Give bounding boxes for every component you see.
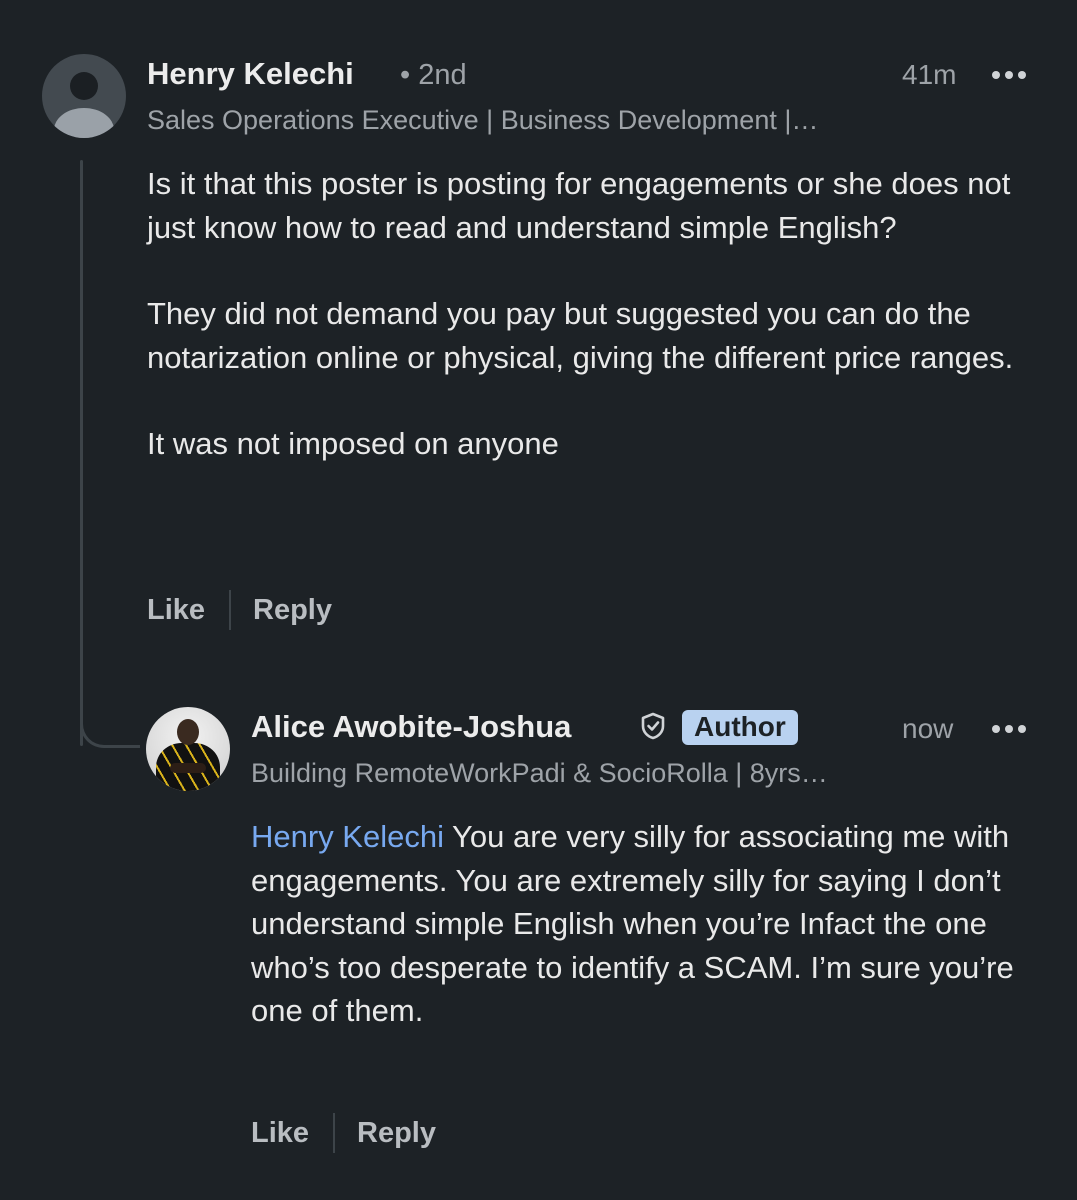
more-options-button[interactable]: [990, 720, 1028, 743]
mention-link[interactable]: Henry Kelechi: [251, 819, 444, 854]
reply-button[interactable]: Reply: [357, 1117, 436, 1150]
author-badge: Author: [682, 710, 798, 745]
more-horizontal-icon: [992, 725, 1026, 733]
more-options-button[interactable]: [990, 66, 1028, 89]
author-headline: Sales Operations Executive | Business De…: [147, 105, 819, 135]
like-button[interactable]: Like: [251, 1117, 309, 1150]
comment-paragraph: It was not imposed on anyone: [147, 426, 559, 461]
comment-time: now: [902, 713, 954, 744]
action-divider: [333, 1113, 335, 1153]
avatar-head: [70, 72, 98, 100]
comment-paragraph: They did not demand you pay but suggeste…: [147, 296, 1014, 375]
avatar-shoulders: [54, 108, 114, 138]
avatar[interactable]: [146, 707, 230, 791]
more-horizontal-icon: [992, 71, 1026, 79]
avatar-face: [177, 719, 199, 745]
comment-body: Henry Kelechi You are very silly for ass…: [251, 815, 1041, 1033]
verified-badge: [640, 712, 666, 745]
action-divider: [229, 590, 231, 630]
thread-line: [80, 160, 83, 746]
comment-author-name[interactable]: Alice Awobite-Joshua: [251, 709, 571, 745]
thread-connector: [80, 700, 140, 748]
comment-body: Is it that this poster is posting for en…: [147, 162, 1037, 466]
verified-shield-icon: [641, 712, 665, 740]
avatar[interactable]: [42, 54, 126, 138]
like-button[interactable]: Like: [147, 594, 205, 627]
comment-paragraph: Henry Kelechi You are very silly for ass…: [251, 815, 1041, 1033]
reply-button[interactable]: Reply: [253, 594, 332, 627]
connection-degree: • 2nd: [400, 59, 467, 91]
author-headline: Building RemoteWorkPadi & SocioRolla | 8…: [251, 758, 828, 788]
comment-paragraph: Is it that this poster is posting for en…: [147, 166, 1011, 245]
comment-author-name[interactable]: Henry Kelechi: [147, 56, 354, 92]
avatar-hands: [170, 763, 206, 773]
comment-time: 41m: [902, 59, 957, 90]
